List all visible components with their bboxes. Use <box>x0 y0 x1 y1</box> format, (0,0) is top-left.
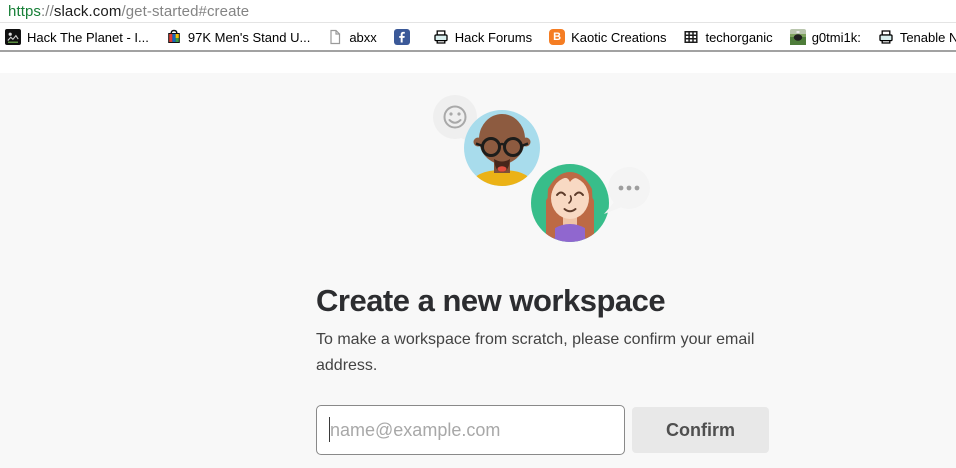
address-bar[interactable]: https://slack.com/get-started#create <box>0 0 956 23</box>
bookmark-label: Hack Forums <box>454 29 533 45</box>
bookmark-g0tmi1k[interactable]: g0tmi1k: <box>789 29 861 45</box>
bookmark-abxx[interactable]: abxx <box>327 29 377 45</box>
email-input[interactable] <box>316 405 625 455</box>
printer-icon <box>878 29 894 45</box>
url-scheme: https <box>8 2 42 20</box>
bookmark-label: Tenable Nessus Vul. <box>899 29 956 45</box>
site-thumbnail-icon <box>5 29 21 45</box>
shopping-bag-icon <box>166 29 182 45</box>
bookmark-hack-the-planet[interactable]: Hack The Planet - I... <box>5 29 149 45</box>
bookmark-97k-mens-stand[interactable]: 97K Men's Stand U... <box>166 29 310 45</box>
url-host: slack.com <box>53 2 122 20</box>
bookmark-label: g0tmi1k: <box>811 29 861 45</box>
page-top-strip <box>0 52 956 73</box>
text-caret <box>329 417 330 442</box>
facebook-icon <box>393 29 410 45</box>
bookmark-facebook[interactable] <box>393 29 416 45</box>
page-icon <box>327 29 343 45</box>
bookmark-label: 97K Men's Stand U... <box>187 29 311 45</box>
bookmarks-bar: Hack The Planet - I... 97K Men's Stand U… <box>0 24 956 52</box>
grid-icon <box>683 29 699 45</box>
confirm-button[interactable]: Confirm <box>632 407 769 453</box>
photo-icon <box>789 29 806 45</box>
bookmark-label: techorganic <box>705 29 773 45</box>
workspace-avatars-illustration <box>433 95 650 242</box>
man-avatar <box>464 110 540 186</box>
bookmark-label: abxx <box>349 29 377 45</box>
url-separator: :// <box>41 2 54 20</box>
blogger-icon: B <box>549 29 566 45</box>
bookmark-label: Kaotic Creations <box>571 29 667 45</box>
printer-icon <box>433 29 449 45</box>
ellipsis-bubble-icon <box>604 167 650 214</box>
bookmark-label: Hack The Planet - I... <box>27 29 149 45</box>
page-description: To make a workspace from scratch, please… <box>316 331 755 374</box>
bookmark-kaotic-creations[interactable]: B Kaotic Creations <box>549 29 666 45</box>
url-path: /get-started#create <box>121 2 250 20</box>
blogger-letter: B <box>549 29 566 45</box>
woman-avatar <box>531 164 609 242</box>
bookmark-hack-forums[interactable]: Hack Forums <box>433 29 532 45</box>
bookmark-tenable-nessus[interactable]: Tenable Nessus Vul. <box>878 29 956 45</box>
page-title: Create a new workspace <box>316 283 666 318</box>
bookmark-techorganic[interactable]: techorganic <box>683 29 773 45</box>
